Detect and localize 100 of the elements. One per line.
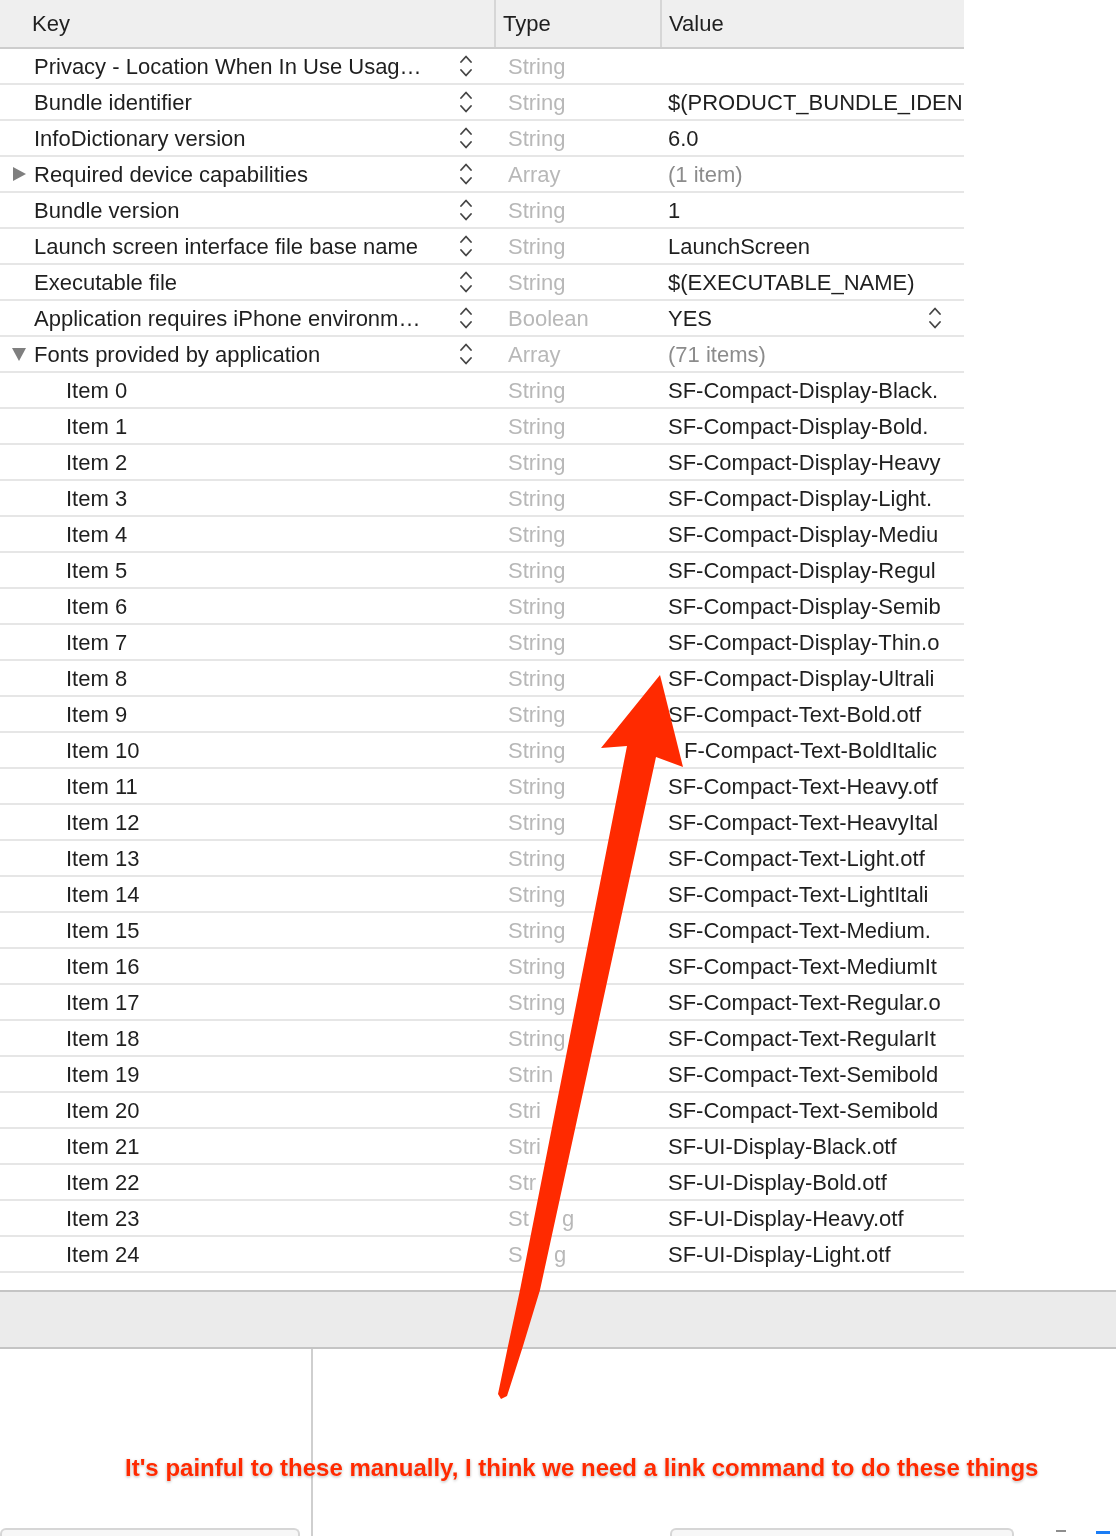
table-cell-text: SF-Compact-Text-Light.otf [668, 844, 925, 873]
table-cell-text: Fonts provided by application [34, 340, 322, 369]
table-cell-text: Item 16 [66, 952, 141, 981]
table-cell-text: SF-UI-Display-Heavy.otf [668, 1204, 904, 1233]
stepper-icon[interactable] [460, 126, 472, 150]
table-cell-text: SF-Compact-Display-Regul [668, 556, 936, 585]
table-cell-text: $(PRODUCT_BUNDLE_IDEN [668, 88, 963, 117]
table-cell-text: String [508, 376, 566, 405]
table-cell-text: SF-Compact-Text-Semibold [668, 1096, 939, 1125]
stepper-icon[interactable] [460, 90, 472, 114]
table-cell-text: String [508, 448, 566, 477]
stepper-icon[interactable] [929, 306, 941, 330]
table-cell-text: SF-UI-Display-Bold.otf [668, 1168, 887, 1197]
table-cell-text: String [508, 664, 566, 693]
table-cell-text: String [508, 520, 566, 549]
table-cell-text: SF-Compact-Text-RegularIt [668, 1024, 936, 1053]
input-field[interactable] [0, 1528, 300, 1536]
table-cell-text: String [508, 772, 566, 801]
table-cell-text: SF-Compact-Display-Thin.o [668, 628, 940, 657]
table-cell-text: String [508, 52, 566, 81]
table-cell-text: 6.0 [668, 124, 699, 153]
table-cell-text: Item 10 [66, 736, 141, 765]
table-cell-text: SF-Compact-Display-Semib [668, 592, 941, 621]
table-cell-text: Privacy - Location When In Use Usag… [34, 52, 423, 81]
table-cell-text: $(EXECUTABLE_NAME) [668, 268, 915, 297]
column-header[interactable]: Value [669, 7, 724, 40]
input-field[interactable] [670, 1528, 1014, 1536]
table-cell-text: Application requires iPhone environm… [34, 304, 422, 333]
column-header[interactable]: Key [32, 7, 70, 40]
table-cell-text: Required device capabilities [34, 160, 309, 189]
table-cell-text: SF-Compact-Display-Light. [668, 484, 933, 513]
table-cell-text: Array [508, 160, 561, 189]
table-cell-text: String [508, 808, 566, 837]
table-cell-text: Str [508, 1168, 537, 1197]
table-cell-text: String [508, 1024, 566, 1053]
table-cell-text: Item 20 [66, 1096, 141, 1125]
table-cell-text: SF-Compact-Display-Mediu [668, 520, 939, 549]
table-cell-text: Item 23 [66, 1204, 141, 1233]
stepper-icon[interactable] [460, 234, 472, 258]
table-cell-text: Item 11 [66, 772, 139, 801]
table-cell: g [554, 1241, 567, 1269]
table-cell-text: SF-Compact-Display-Ultrali [668, 664, 935, 693]
table-cell-text: String [508, 592, 566, 621]
table-cell-text: Item 13 [66, 844, 141, 873]
table-cell-text: SF-Compact-Text-MediumIt [668, 952, 937, 981]
table-cell-text: St [508, 1204, 529, 1233]
table-cell-text: S [508, 1240, 523, 1269]
table-cell-text: String [508, 196, 566, 225]
stepper-icon[interactable] [460, 162, 472, 186]
table-cell-text: String [508, 232, 566, 261]
stepper-icon[interactable] [460, 342, 472, 366]
table-cell-text: Item 12 [66, 808, 141, 837]
table-cell-text: SF-Compact-Display-Heavy [668, 448, 941, 477]
table-cell-text: SF-Compact-Text-Heavy.otf [668, 772, 938, 801]
table-cell-text: Item 1 [66, 412, 129, 441]
table-cell-text: SF-Compact-Display-Black. [668, 376, 939, 405]
table-cell-text: String [508, 736, 566, 765]
table-cell-text: Stri [508, 1096, 541, 1125]
table-cell-text: YES [668, 304, 713, 333]
table-cell-text: String [508, 88, 566, 117]
table-cell-text: F-Compact-Text-BoldItalic [684, 736, 938, 765]
stepper-icon[interactable] [460, 54, 472, 78]
annotation-text: It's painful to these manually, I think we need a link command to do these things [125, 1453, 1039, 1483]
table-cell-text: Item 24 [66, 1240, 141, 1269]
table-cell-text: Item 4 [66, 520, 129, 549]
disclosure-triangle-icon[interactable] [12, 347, 26, 361]
column-header[interactable]: Type [503, 7, 551, 40]
table-cell-text: String [508, 268, 566, 297]
table-cell-text: Item 15 [66, 916, 141, 945]
table-cell-text: InfoDictionary version [34, 124, 247, 153]
table-cell-text: Item 6 [66, 592, 129, 621]
stepper-icon[interactable] [460, 198, 472, 222]
stepper-icon[interactable] [460, 270, 472, 294]
table-cell-text: String [508, 628, 566, 657]
table-cell-text: SF-Compact-Text-LightItali [668, 880, 929, 909]
table-cell-text: Boolean [508, 304, 589, 333]
table-cell-text: Item 22 [66, 1168, 141, 1197]
table-cell-text: String [508, 988, 566, 1017]
table-cell-text: 1 [668, 196, 681, 225]
table-cell-text: Item 7 [66, 628, 129, 657]
table-cell-text: Launch screen interface file base name [34, 232, 419, 261]
table-cell-text: String [508, 952, 566, 981]
table-cell-text: Item 19 [66, 1060, 141, 1089]
table-cell-text: LaunchScreen [668, 232, 810, 261]
table-cell-text: Item 18 [66, 1024, 141, 1053]
indicator-mark [1056, 1530, 1066, 1532]
table-cell-text: SF-UI-Display-Light.otf [668, 1240, 891, 1269]
table-cell-text: Item 8 [66, 664, 129, 693]
table-cell-text: String [508, 556, 566, 585]
table-cell-text: Item 2 [66, 448, 129, 477]
table-cell-text: Item 9 [66, 700, 129, 729]
table-cell-text: SF-Compact-Display-Bold. [668, 412, 929, 441]
disclosure-triangle-icon[interactable] [12, 167, 26, 181]
table-cell-text: SF-Compact-Text-HeavyItal [668, 808, 939, 837]
table-cell-text: String [508, 412, 566, 441]
table-cell-text: SF-Compact-Text-Semibold [668, 1060, 939, 1089]
table-cell-text: SF-Compact-Text-Medium. [668, 916, 931, 945]
table-cell-text: String [508, 880, 566, 909]
stepper-icon[interactable] [460, 306, 472, 330]
table-cell-text: Item 0 [66, 376, 129, 405]
